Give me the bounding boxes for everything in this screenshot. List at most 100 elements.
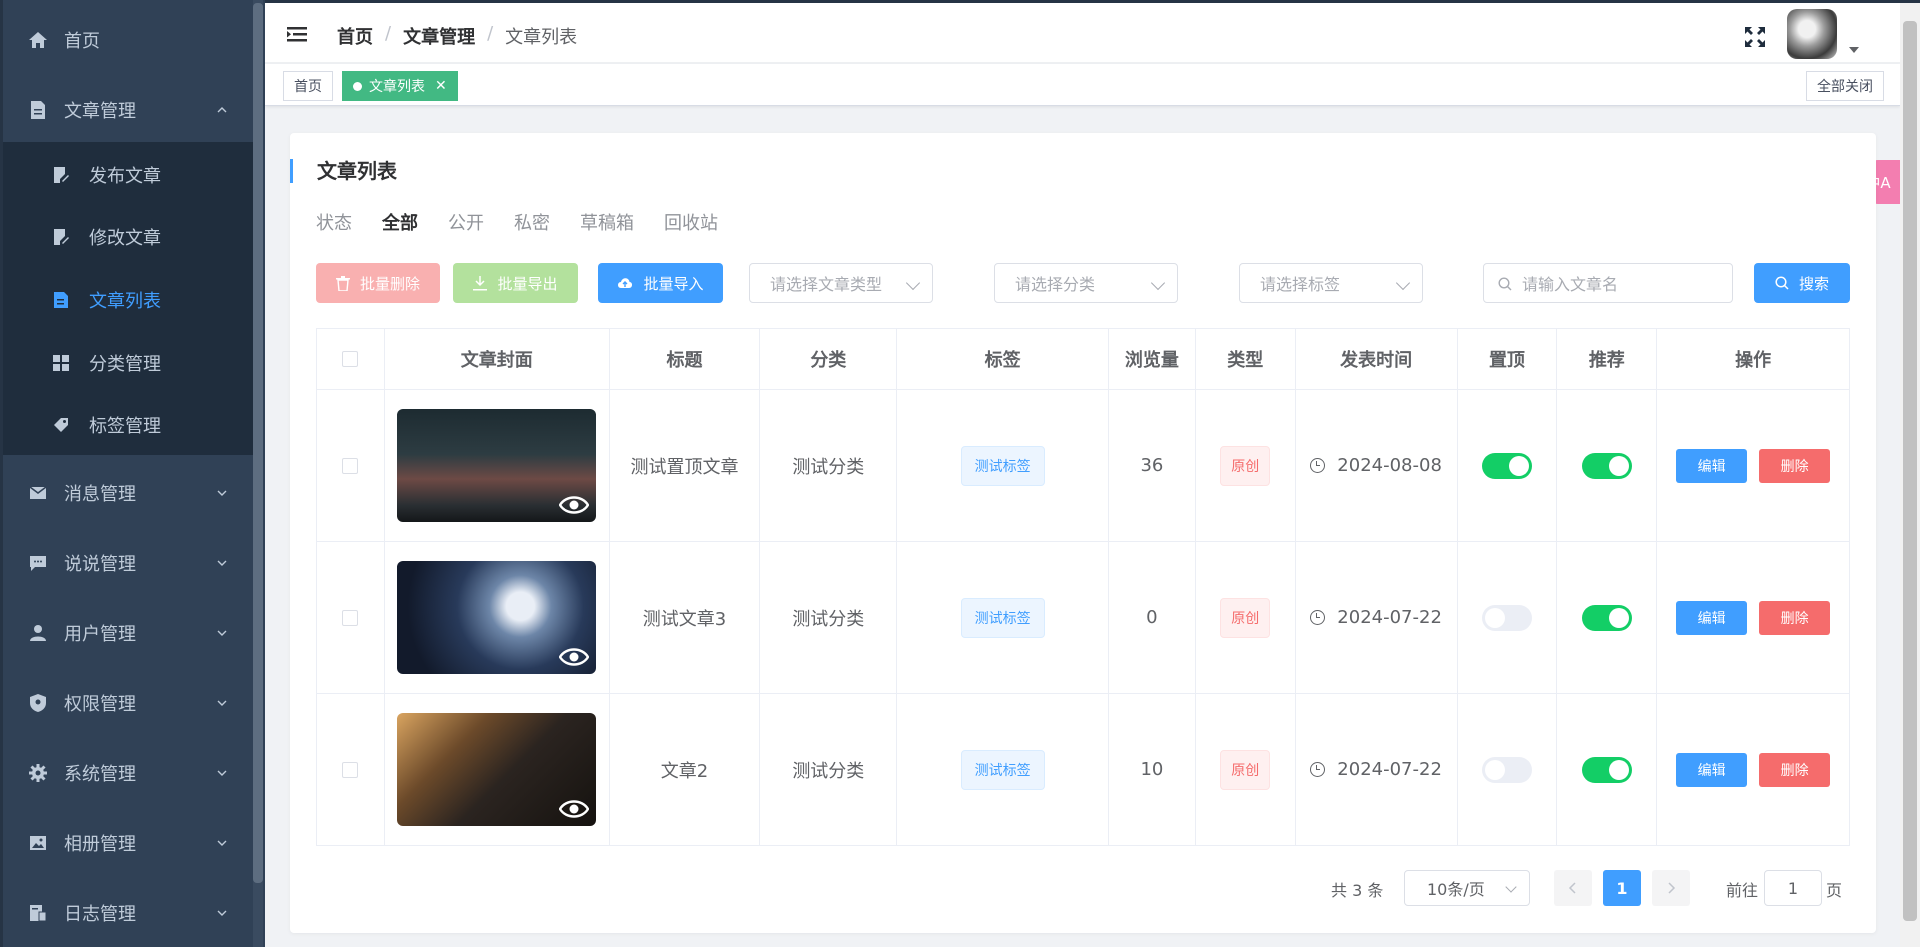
article-cover-image[interactable] — [397, 561, 597, 674]
clock-icon — [1310, 762, 1326, 777]
sidebar-item-talks[interactable]: 说说管理 — [3, 533, 253, 593]
table-row: 测试文章3 测试分类 测试标签 0 原创 2024-07-22 编辑 删除 — [317, 542, 1849, 694]
avatar[interactable] — [1787, 9, 1837, 59]
tag-label: 文章列表 — [369, 79, 425, 95]
edit-button[interactable]: 编辑 — [1676, 752, 1748, 787]
menu-toggle-icon[interactable] — [287, 25, 307, 43]
tag-article-list[interactable]: 文章列表 ✕ — [342, 71, 458, 101]
top-toggle[interactable] — [1481, 756, 1532, 783]
search-label: 搜索 — [1798, 274, 1829, 293]
trash-icon — [335, 275, 350, 291]
sidebar-subitem-category[interactable]: 分类管理 — [3, 333, 253, 393]
sidebar-item-messages[interactable]: 消息管理 — [3, 463, 253, 523]
category-cell: 测试分类 — [760, 542, 898, 693]
page-number-button[interactable]: 1 — [1603, 870, 1641, 906]
article-name-input[interactable]: 请输入文章名 — [1483, 263, 1733, 303]
page-size-select[interactable]: 10条/页 — [1404, 870, 1530, 906]
recommend-toggle[interactable] — [1581, 756, 1632, 783]
search-button[interactable]: 搜索 — [1754, 263, 1850, 303]
sidebar-subitem-article-list[interactable]: 文章列表 — [3, 270, 253, 330]
home-icon — [27, 29, 49, 51]
prev-page-button[interactable] — [1554, 870, 1592, 906]
top-toggle[interactable] — [1481, 452, 1532, 479]
sidebar-item-label: 说说管理 — [64, 554, 136, 575]
page-scrollbar[interactable] — [1903, 21, 1917, 921]
sidebar-item-system[interactable]: 系统管理 — [3, 743, 253, 803]
status-tab-draft[interactable]: 草稿箱 — [580, 209, 634, 235]
row-checkbox[interactable] — [342, 609, 359, 626]
page-size-value: 10条/页 — [1427, 880, 1485, 899]
eye-icon[interactable] — [559, 798, 590, 820]
batch-delete-label: 批量删除 — [359, 274, 420, 293]
close-all-button[interactable]: 全部关闭 — [1806, 71, 1884, 101]
sidebar-item-label: 消息管理 — [64, 484, 136, 505]
sidebar-item-articles[interactable]: 文章管理 — [3, 80, 253, 140]
row-checkbox[interactable] — [342, 457, 359, 474]
sidebar-subitem-label: 标签管理 — [89, 416, 161, 437]
caret-down-icon[interactable] — [1849, 47, 1859, 53]
next-page-button[interactable] — [1652, 870, 1690, 906]
article-cover-image[interactable] — [397, 409, 597, 522]
delete-button[interactable]: 删除 — [1759, 752, 1831, 787]
row-checkbox[interactable] — [342, 761, 359, 778]
batch-export-button[interactable]: 批量导出 — [453, 263, 578, 303]
top-toggle[interactable] — [1481, 604, 1532, 631]
date-cell: 2024-08-08 — [1296, 390, 1458, 541]
delete-button[interactable]: 删除 — [1759, 448, 1831, 483]
category-select[interactable]: 请选择分类 — [994, 263, 1178, 303]
fullscreen-icon[interactable] — [1743, 25, 1767, 49]
recommend-toggle[interactable] — [1581, 452, 1632, 479]
type-cell: 原创 — [1196, 390, 1296, 541]
close-icon[interactable]: ✕ — [435, 78, 447, 94]
gear-icon — [27, 762, 49, 784]
sidebar-subitem-publish[interactable]: 发布文章 — [3, 145, 253, 205]
breadcrumb-current: 文章列表 — [505, 27, 578, 48]
edit-button[interactable]: 编辑 — [1676, 600, 1748, 635]
table-row: 测试置顶文章 测试分类 测试标签 36 原创 2024-08-08 编辑 删除 — [317, 390, 1849, 542]
sidebar-scrollbar[interactable] — [253, 3, 263, 883]
publish-date: 2024-07-22 — [1337, 759, 1442, 780]
recommend-toggle[interactable] — [1581, 604, 1632, 631]
chevron-down-icon — [905, 275, 921, 291]
delete-button[interactable]: 删除 — [1759, 600, 1831, 635]
status-tab-recycle[interactable]: 回收站 — [664, 209, 718, 235]
chevron-down-icon — [217, 560, 227, 566]
sidebar-subitem-edit[interactable]: 修改文章 — [3, 207, 253, 267]
tag-home[interactable]: 首页 — [283, 71, 333, 101]
row-checkbox-cell — [317, 390, 385, 541]
chevron-down-icon — [217, 910, 227, 916]
cover-cell — [385, 390, 610, 541]
breadcrumb-home[interactable]: 首页 — [337, 23, 373, 49]
tag-select[interactable]: 请选择标签 — [1239, 263, 1423, 303]
article-cover-image[interactable] — [397, 713, 597, 826]
sidebar-item-label: 首页 — [64, 31, 100, 52]
mail-icon — [27, 482, 49, 504]
eye-icon[interactable] — [559, 646, 590, 668]
sidebar-item-permissions[interactable]: 权限管理 — [3, 673, 253, 733]
list-icon — [51, 290, 71, 310]
goto-page-input[interactable]: 1 — [1764, 870, 1822, 906]
status-tab-private[interactable]: 私密 — [514, 209, 550, 235]
tag-placeholder: 请选择标签 — [1260, 275, 1341, 294]
chevron-down-icon — [1505, 881, 1517, 893]
article-type-select[interactable]: 请选择文章类型 — [749, 263, 933, 303]
clock-icon — [1310, 458, 1326, 473]
sidebar-subitem-tags[interactable]: 标签管理 — [3, 395, 253, 455]
row-checkbox-cell — [317, 694, 385, 845]
sidebar-item-albums[interactable]: 相册管理 — [3, 813, 253, 873]
status-tab-all[interactable]: 全部 — [382, 209, 418, 235]
sidebar-item-logs[interactable]: 日志管理 — [3, 883, 253, 943]
eye-icon[interactable] — [559, 494, 590, 516]
batch-delete-button[interactable]: 批量删除 — [316, 263, 440, 303]
chevron-left-icon — [1568, 882, 1576, 894]
category-placeholder: 请选择分类 — [1015, 275, 1096, 294]
sidebar-item-users[interactable]: 用户管理 — [3, 603, 253, 663]
edit-icon — [51, 165, 71, 185]
batch-import-button[interactable]: 批量导入 — [598, 263, 723, 303]
select-all-checkbox[interactable] — [342, 351, 359, 367]
sidebar-item-home[interactable]: 首页 — [3, 10, 253, 70]
edit-button[interactable]: 编辑 — [1676, 448, 1748, 483]
status-tab-public[interactable]: 公开 — [448, 209, 484, 235]
breadcrumb-articles[interactable]: 文章管理 — [403, 23, 475, 49]
goto-label: 前往 — [1726, 881, 1759, 900]
